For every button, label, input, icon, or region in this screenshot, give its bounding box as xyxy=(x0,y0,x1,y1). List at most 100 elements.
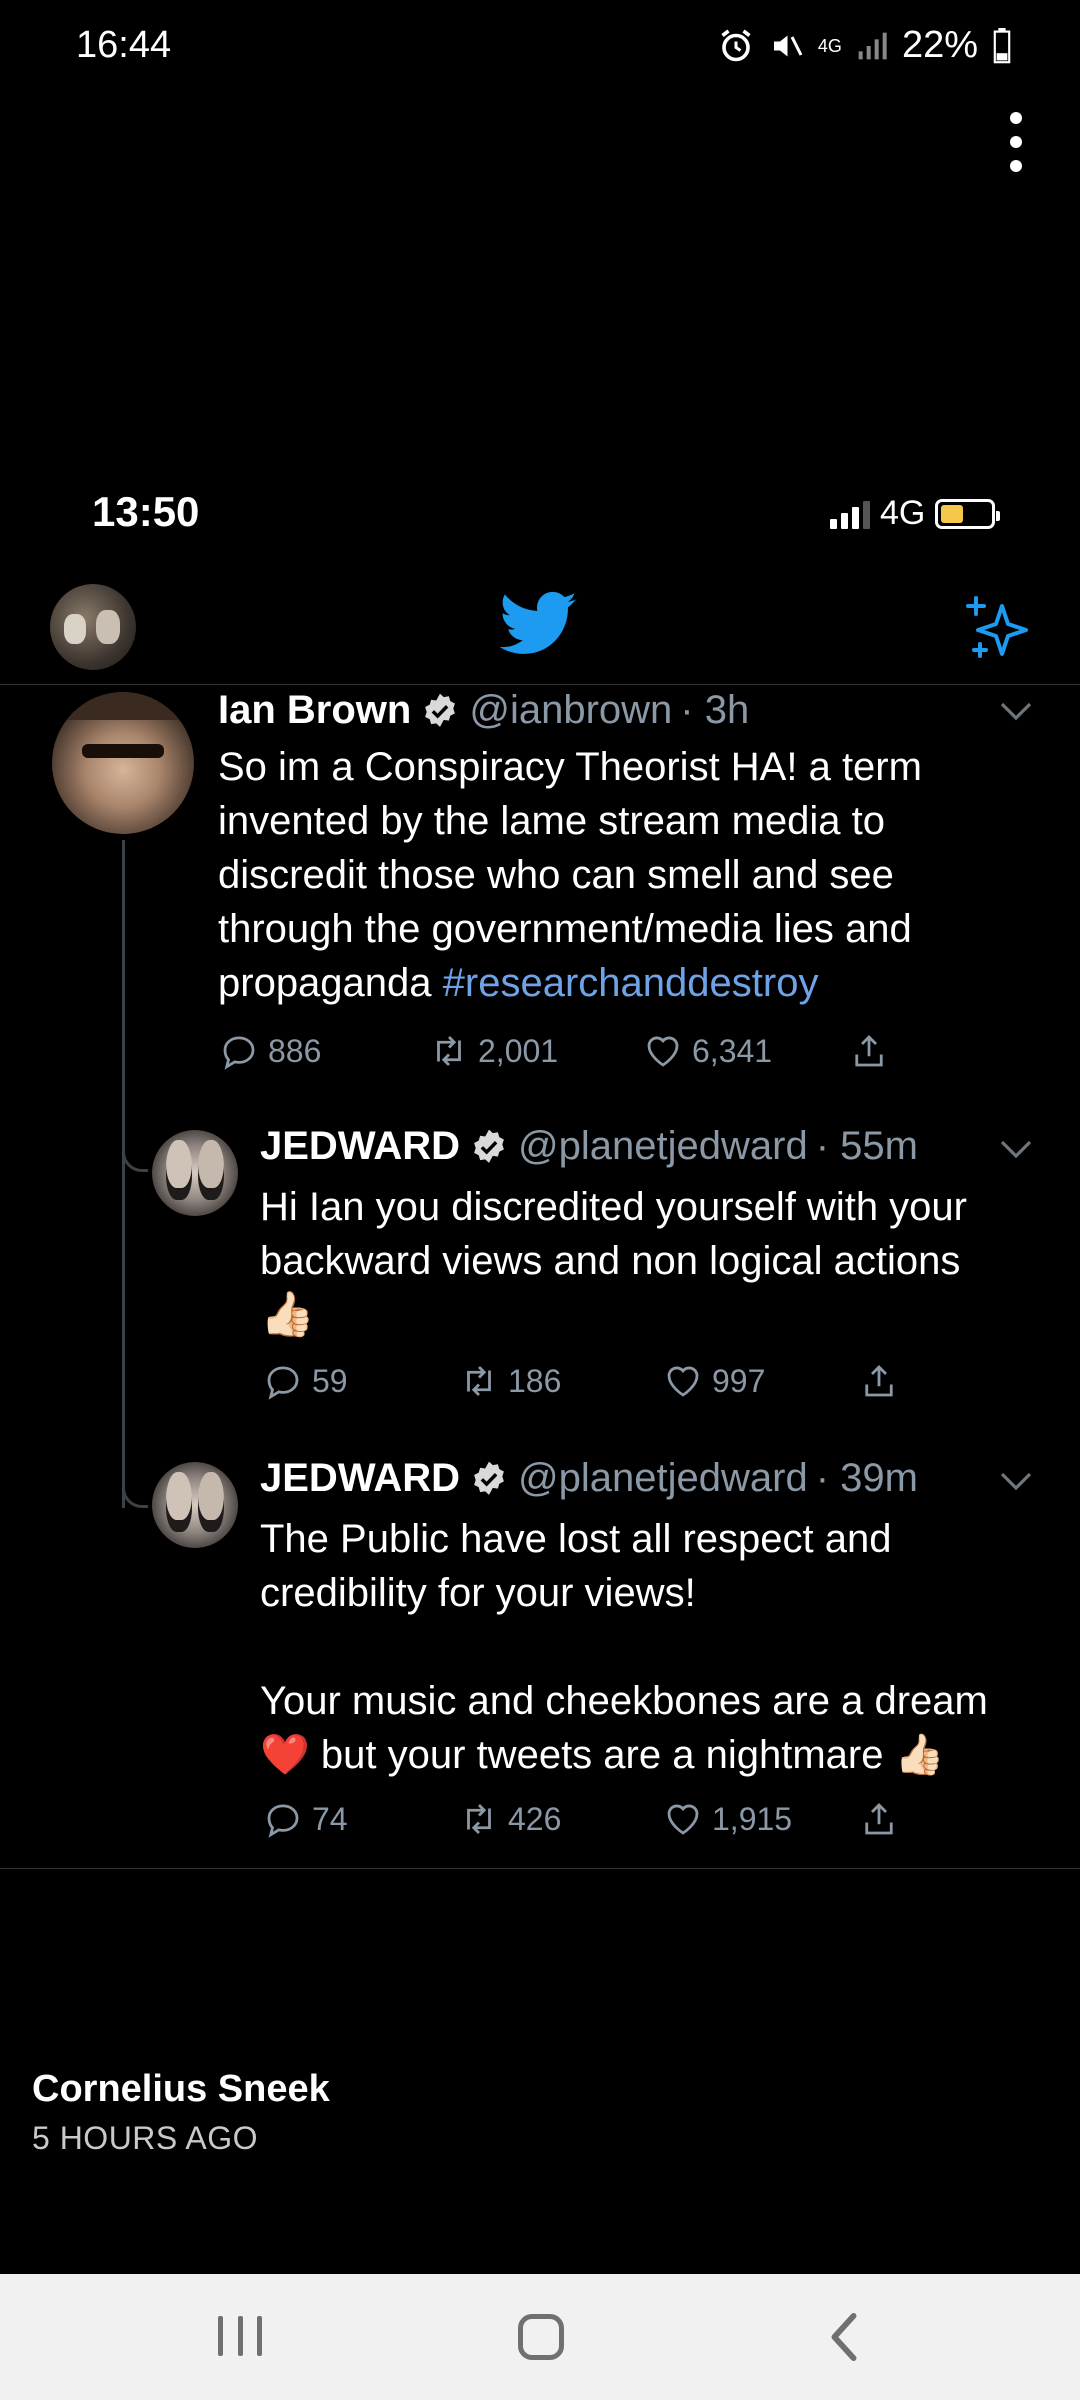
share-button[interactable] xyxy=(858,1360,900,1402)
like-button[interactable]: 997 xyxy=(662,1360,858,1402)
retweet-count: 426 xyxy=(508,1800,562,1837)
recent-apps-button[interactable] xyxy=(218,2316,262,2356)
profile-avatar[interactable] xyxy=(50,584,136,670)
tweet-line: Your music and cheekbones are a dream xyxy=(260,1679,988,1723)
like-button[interactable]: 1,915 xyxy=(662,1798,858,1840)
thread-connector xyxy=(122,1146,148,1172)
reply-count: 59 xyxy=(312,1362,348,1399)
thumbs-up-emoji: 👍🏻 xyxy=(894,1733,945,1777)
post-timestamp: 5 HOURS AGO xyxy=(32,2120,258,2156)
share-icon xyxy=(855,1035,883,1067)
tweet-text: So im a Conspiracy Theorist HA! a term i… xyxy=(218,740,1058,1010)
retweet-icon xyxy=(467,1366,491,1396)
retweet-count: 186 xyxy=(508,1362,562,1399)
reply-count: 886 xyxy=(268,1032,322,1069)
tweet-line: invented by the lame stream media to xyxy=(218,799,886,843)
tweet-header: Ian Brown @ianbrown · 3h xyxy=(218,688,749,733)
battery-percent: 22% xyxy=(901,24,978,66)
author-name[interactable]: JEDWARD xyxy=(260,1456,460,1501)
share-button[interactable] xyxy=(858,1798,900,1840)
reply-icon xyxy=(267,1804,299,1838)
author-handle[interactable]: @planetjedward xyxy=(518,1124,808,1169)
inner-battery-icon xyxy=(935,498,1001,529)
tweet-actions: 74 426 1,915 xyxy=(262,1798,900,1840)
thread-connector xyxy=(122,1482,148,1508)
like-count: 997 xyxy=(712,1362,766,1399)
tweet-line: So im a Conspiracy Theorist HA! a term xyxy=(218,745,922,789)
share-button[interactable] xyxy=(848,1030,890,1072)
retweet-button[interactable]: 186 xyxy=(458,1360,662,1402)
tweet-divider xyxy=(0,1868,1080,1869)
author-handle[interactable]: @planetjedward xyxy=(518,1456,808,1501)
retweet-count: 2,001 xyxy=(478,1032,559,1069)
heart-icon xyxy=(667,1366,699,1397)
status-time: 16:44 xyxy=(76,24,172,66)
sparkle-icon[interactable] xyxy=(962,594,1030,662)
reply-icon xyxy=(223,1036,255,1070)
retweet-button[interactable]: 426 xyxy=(458,1798,662,1840)
mute-icon xyxy=(773,35,803,56)
author-name[interactable]: Ian Brown xyxy=(218,688,411,733)
retweet-button[interactable]: 2,001 xyxy=(428,1030,642,1072)
reply-button[interactable]: 59 xyxy=(262,1360,458,1402)
tweet-header: JEDWARD @planetjedward · 55m xyxy=(260,1124,918,1169)
tweet-age: · 39m xyxy=(815,1456,918,1500)
tweet-line: discredit those who can smell and see xyxy=(218,853,894,897)
like-button[interactable]: 6,341 xyxy=(642,1030,848,1072)
tweet-line: The Public have lost all respect and xyxy=(260,1517,892,1561)
back-button[interactable] xyxy=(826,2312,862,2362)
like-count: 1,915 xyxy=(712,1800,793,1837)
tweet-line: ❤️ but your tweets are a nightmare 👍🏻 xyxy=(260,1728,1060,1782)
tweet-text: Hi Ian you discredited yourself with you… xyxy=(260,1180,1060,1342)
chevron-down-icon[interactable] xyxy=(1000,702,1032,722)
tweet-age: · 55m xyxy=(815,1124,918,1168)
reply-icon xyxy=(267,1366,299,1400)
verified-badge-icon xyxy=(474,1461,504,1495)
cellular-signal-icon xyxy=(830,499,870,529)
home-button[interactable] xyxy=(518,2314,564,2360)
author-name[interactable]: JEDWARD xyxy=(260,1124,460,1169)
network-type-label: 4G xyxy=(817,35,842,56)
like-count: 6,341 xyxy=(692,1032,773,1069)
tweet-line: propaganda #researchanddestroy xyxy=(218,956,1058,1010)
tweet-line-text: but your tweets are a nightmare xyxy=(309,1733,895,1777)
more-options-icon[interactable] xyxy=(1000,112,1032,172)
alarm-icon xyxy=(721,29,751,61)
author-handle[interactable]: @ianbrown xyxy=(469,688,672,733)
signal-icon xyxy=(858,32,887,59)
tweet-line: through the government/media lies and xyxy=(218,907,912,951)
avatar[interactable] xyxy=(152,1130,238,1216)
tweet-line: credibility for your views! xyxy=(260,1571,696,1615)
hashtag-link[interactable]: #researchanddestroy xyxy=(443,961,819,1005)
heart-icon xyxy=(667,1804,699,1835)
verified-badge-icon xyxy=(425,693,456,727)
thumbs-up-emoji: 👍🏻 xyxy=(260,1290,315,1339)
inner-status-icons: 4G xyxy=(830,494,1001,533)
reply-button[interactable]: 74 xyxy=(262,1798,458,1840)
chevron-down-icon[interactable] xyxy=(1000,1472,1032,1492)
tweet-header: JEDWARD @planetjedward · 39m xyxy=(260,1456,918,1501)
verified-badge-icon xyxy=(474,1129,504,1163)
inner-status-time: 13:50 xyxy=(92,488,200,535)
tweet-actions: 886 2,001 6,341 xyxy=(218,1030,890,1072)
share-icon xyxy=(865,1365,893,1397)
twitter-bird-icon[interactable] xyxy=(500,590,578,658)
tweet-line: Hi Ian you discredited yourself with you… xyxy=(260,1185,967,1229)
tweet-text: The Public have lost all respect and cre… xyxy=(260,1512,1060,1782)
header-divider xyxy=(0,684,1080,685)
chevron-down-icon[interactable] xyxy=(1000,1140,1032,1160)
tweet-age: · 3h xyxy=(680,688,750,732)
avatar[interactable] xyxy=(152,1462,238,1548)
heart-icon xyxy=(647,1036,679,1067)
reply-count: 74 xyxy=(312,1800,348,1837)
battery-icon xyxy=(993,27,1011,63)
status-icons: 4G 22% xyxy=(718,24,1012,67)
tweet-line: backward views and non logical actions xyxy=(260,1239,961,1283)
post-author-name[interactable]: Cornelius Sneek xyxy=(32,2068,330,2111)
heart-emoji: ❤️ xyxy=(260,1733,310,1777)
reply-button[interactable]: 886 xyxy=(218,1030,428,1072)
inner-network-label: 4G xyxy=(880,494,926,532)
avatar[interactable] xyxy=(52,692,194,834)
thread-line xyxy=(122,840,125,1508)
